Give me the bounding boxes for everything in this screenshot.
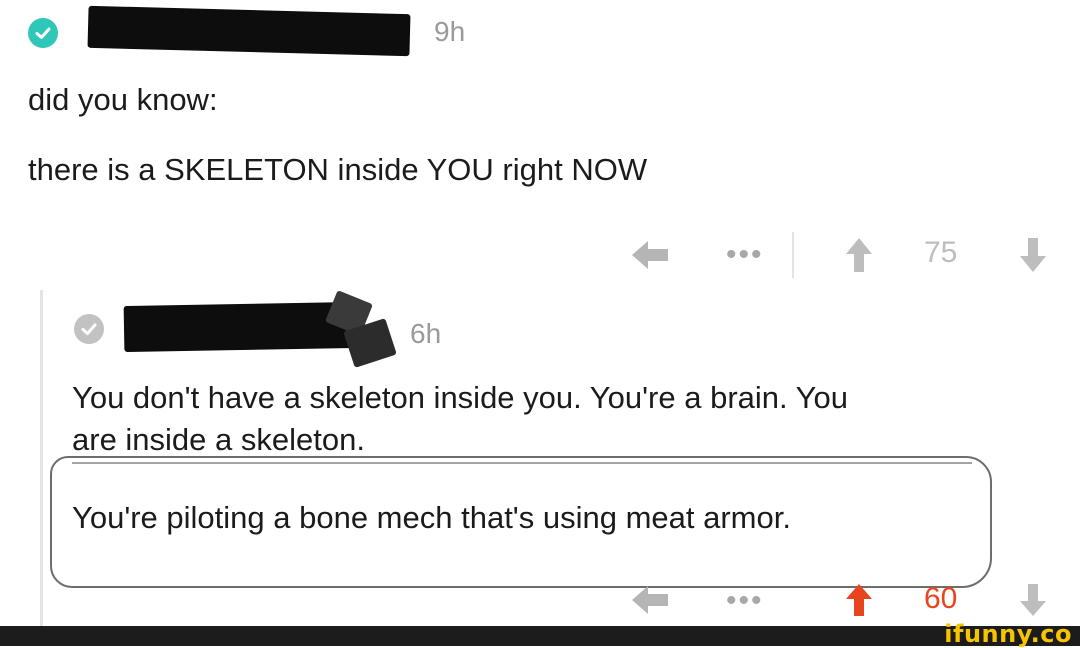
check-icon (81, 323, 97, 335)
downvote-icon (1020, 238, 1046, 272)
upvote-icon (846, 584, 872, 616)
reply-button[interactable] (630, 582, 670, 623)
action-divider (792, 232, 794, 278)
downvote-icon (1020, 584, 1046, 616)
downvote-button[interactable] (1018, 582, 1048, 623)
reply-text-line-3: You're piloting a bone mech that's using… (72, 500, 791, 535)
post-text-line-2: there is a SKELETON inside YOU right NOW (28, 152, 648, 187)
verified-avatar[interactable] (28, 18, 58, 48)
watermark-bar (0, 626, 1080, 646)
upvote-button[interactable] (844, 582, 874, 623)
ifunny-logo: ifunny.co (944, 620, 1072, 648)
reply-button[interactable] (630, 236, 670, 279)
more-button[interactable]: ••• (726, 240, 764, 270)
post-score: 75 (924, 236, 958, 269)
check-icon (35, 27, 51, 39)
reply-text-line-1: You don't have a skeleton inside you. Yo… (72, 380, 848, 415)
post-action-bar: ••• 75 (630, 232, 1050, 278)
reply-arrow-icon (632, 241, 668, 269)
reply-action-bar: ••• 60 (630, 580, 1050, 620)
redacted-username (123, 290, 400, 368)
upvote-icon (846, 238, 872, 272)
reply-thread-line (40, 290, 43, 626)
redacted-username (87, 5, 411, 57)
more-button[interactable]: ••• (726, 586, 764, 616)
downvote-button[interactable] (1018, 236, 1048, 279)
reply-score: 60 (924, 582, 958, 615)
reply-arrow-icon (632, 586, 668, 614)
upvote-button[interactable] (844, 236, 874, 279)
reply-text-line-2: are inside a skeleton. (72, 422, 365, 457)
post-timestamp: 9h (434, 16, 466, 47)
reply-timestamp: 6h (410, 318, 442, 349)
reply-avatar[interactable] (74, 314, 104, 344)
post-text-line-1: did you know: (28, 82, 218, 117)
